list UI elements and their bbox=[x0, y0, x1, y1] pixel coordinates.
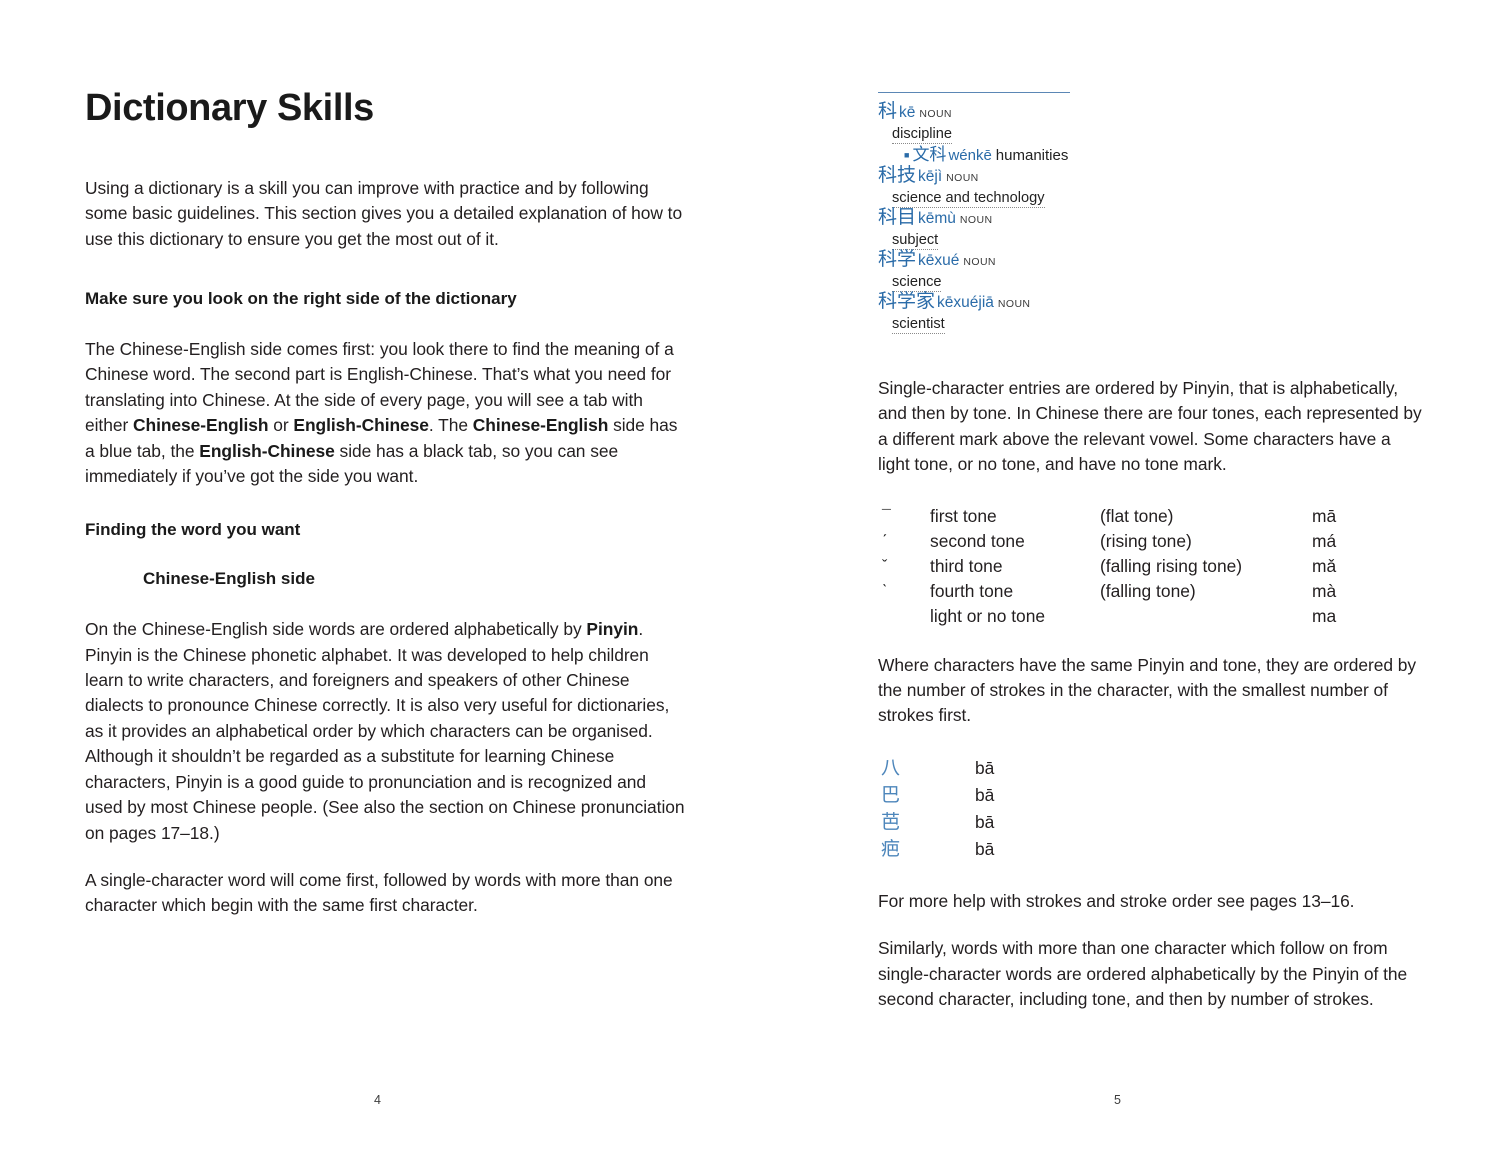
tone-name: fourth tone bbox=[930, 580, 1014, 601]
tone-description: (falling rising tone) bbox=[1100, 555, 1243, 576]
tone-mark-glyph: ˇ bbox=[882, 557, 888, 575]
subentry-gloss: humanities bbox=[995, 147, 1069, 164]
tone-description: (flat tone) bbox=[1100, 505, 1174, 526]
table-row: light or no tone ma bbox=[882, 604, 1392, 629]
dictionary-subentry: ■ 文科 wénkē humanities bbox=[904, 144, 1078, 166]
tone-example: mǎ bbox=[1312, 555, 1337, 576]
tone-mark-glyph: ¯ bbox=[882, 507, 891, 525]
stroke-character: 巴 bbox=[881, 784, 901, 806]
dictionary-sample-figure: 科 kē NOUN discipline ■ 文科 wénkē humanities 科技… bbox=[878, 0, 1078, 334]
entry-pinyin: kēmù bbox=[918, 210, 956, 227]
section-heading-finding-word: Finding the word you want bbox=[85, 520, 301, 540]
s2-bold-1: Pinyin bbox=[586, 619, 639, 640]
entry-definition: discipline bbox=[892, 126, 953, 144]
entry-part-of-speech: NOUN bbox=[919, 108, 952, 120]
page-number-left: 4 bbox=[374, 1093, 382, 1107]
entry-part-of-speech: NOUN bbox=[963, 256, 996, 268]
s2-text-2: . Pinyin is the Chinese phonetic alphabe… bbox=[85, 619, 685, 843]
tone-mark-glyph bbox=[882, 604, 930, 629]
stroke-character: 疤 bbox=[881, 838, 901, 860]
tone-name: light or no tone bbox=[930, 605, 1046, 626]
stroke-pinyin: bā bbox=[975, 811, 995, 832]
entry-headword: 科技 bbox=[878, 165, 917, 186]
right-page: 科 kē NOUN discipline ■ 文科 wénkē humanities 科技… bbox=[878, 0, 1423, 1150]
tone-description bbox=[1100, 604, 1312, 629]
entry-pinyin: kēxué bbox=[918, 252, 960, 269]
table-row: 芭 bā bbox=[880, 809, 995, 836]
left-page: Dictionary Skills Using a dictionary is … bbox=[85, 0, 685, 1150]
table-row: 八 bā bbox=[880, 755, 995, 782]
entry-pinyin: kē bbox=[899, 104, 916, 121]
dictionary-entry: 科 kē NOUN discipline ■ 文科 wénkē humanities bbox=[878, 102, 1078, 166]
stroke-character: 芭 bbox=[881, 811, 901, 833]
stroke-pinyin: bā bbox=[975, 784, 995, 805]
tone-table: ¯ first tone (flat tone) mā ˊ second ton… bbox=[882, 504, 1392, 629]
s2-text-1: On the Chinese-English side words are or… bbox=[85, 619, 587, 640]
page-title: Dictionary Skills bbox=[85, 87, 374, 129]
entry-pinyin: kēxuéjiā bbox=[937, 294, 994, 311]
figure-top-rule bbox=[878, 92, 1070, 93]
subentry-pinyin: wénkē bbox=[948, 147, 992, 164]
s1-text-3: . The bbox=[428, 415, 473, 436]
entry-pinyin: kējì bbox=[918, 168, 943, 185]
stroke-character: 八 bbox=[881, 757, 901, 779]
table-row: ¯ first tone (flat tone) mā bbox=[882, 504, 1392, 529]
entry-definition: scientist bbox=[892, 316, 945, 334]
table-row: ˋ fourth tone (falling tone) mà bbox=[882, 579, 1392, 604]
subentry-headword: 文科 bbox=[912, 145, 947, 164]
similarly-paragraph: Similarly, words with more than one char… bbox=[878, 938, 1408, 1010]
entry-headword: 科学家 bbox=[878, 291, 936, 312]
intro-paragraph: Using a dictionary is a skill you can im… bbox=[85, 177, 683, 249]
entry-headword: 科目 bbox=[878, 207, 917, 228]
tone-name: first tone bbox=[930, 505, 997, 526]
section2-paragraph: On the Chinese-English side words are or… bbox=[85, 617, 685, 846]
tone-example: ma bbox=[1312, 605, 1337, 626]
tone-mark-glyph: ˊ bbox=[882, 532, 888, 550]
entry-headword: 科 bbox=[878, 101, 898, 122]
tone-description: (falling tone) bbox=[1100, 580, 1196, 601]
table-row: ˊ second tone (rising tone) má bbox=[882, 529, 1392, 554]
entry-definition: science and technology bbox=[892, 190, 1045, 208]
s1-bold-3: Chinese-English bbox=[472, 415, 609, 436]
tone-name: third tone bbox=[930, 555, 1003, 576]
tone-mark-glyph: ˋ bbox=[882, 582, 888, 600]
table-row: ˇ third tone (falling rising tone) mǎ bbox=[882, 554, 1392, 579]
s1-text-2: or bbox=[268, 415, 294, 436]
tones-intro-paragraph: Single-character entries are ordered by … bbox=[878, 378, 1422, 475]
tone-name: second tone bbox=[930, 530, 1025, 551]
page-number-right: 5 bbox=[1114, 1093, 1122, 1107]
table-row: 疤 bā bbox=[880, 836, 995, 863]
tone-example: má bbox=[1312, 530, 1337, 551]
book-spread: Dictionary Skills Using a dictionary is … bbox=[0, 0, 1500, 1150]
section2-final-paragraph: A single-character word will come first,… bbox=[85, 869, 673, 916]
entry-part-of-speech: NOUN bbox=[997, 298, 1031, 310]
dictionary-entry: 科学家 kēxuéjiā NOUN scientist bbox=[878, 292, 1078, 334]
entry-part-of-speech: NOUN bbox=[946, 172, 979, 184]
tone-example: mā bbox=[1312, 505, 1337, 526]
s1-bold-1: Chinese-English bbox=[132, 415, 269, 436]
section-heading-right-side: Make sure you look on the right side of … bbox=[85, 289, 517, 309]
strokes-paragraph: Where characters have the same Pinyin an… bbox=[878, 654, 1416, 726]
entry-part-of-speech: NOUN bbox=[959, 214, 993, 226]
stroke-example-table: 八 bā 巴 bā 芭 bā 疤 bā bbox=[880, 755, 995, 863]
stroke-pinyin: bā bbox=[975, 838, 995, 859]
dictionary-entry: 科目 kēmù NOUN subject bbox=[878, 208, 1078, 250]
entry-definition: science bbox=[892, 274, 942, 292]
table-row: 巴 bā bbox=[880, 782, 995, 809]
s1-bold-2: English-Chinese bbox=[293, 415, 429, 436]
entry-definition: subject bbox=[892, 232, 939, 250]
dictionary-entry: 科学 kēxué NOUN science bbox=[878, 250, 1078, 292]
entry-headword: 科学 bbox=[878, 249, 917, 270]
section1-paragraph: The Chinese-English side comes first: yo… bbox=[85, 337, 685, 489]
more-help-paragraph: For more help with strokes and stroke or… bbox=[878, 890, 1355, 911]
subheading-chinese-english-side: Chinese-English side bbox=[143, 569, 315, 589]
s1-bold-4: English-Chinese bbox=[199, 440, 335, 461]
tone-description: (rising tone) bbox=[1100, 530, 1192, 551]
stroke-pinyin: bā bbox=[975, 757, 995, 778]
dictionary-entry: 科技 kējì NOUN science and technology bbox=[878, 166, 1078, 208]
tone-example: mà bbox=[1312, 580, 1337, 601]
